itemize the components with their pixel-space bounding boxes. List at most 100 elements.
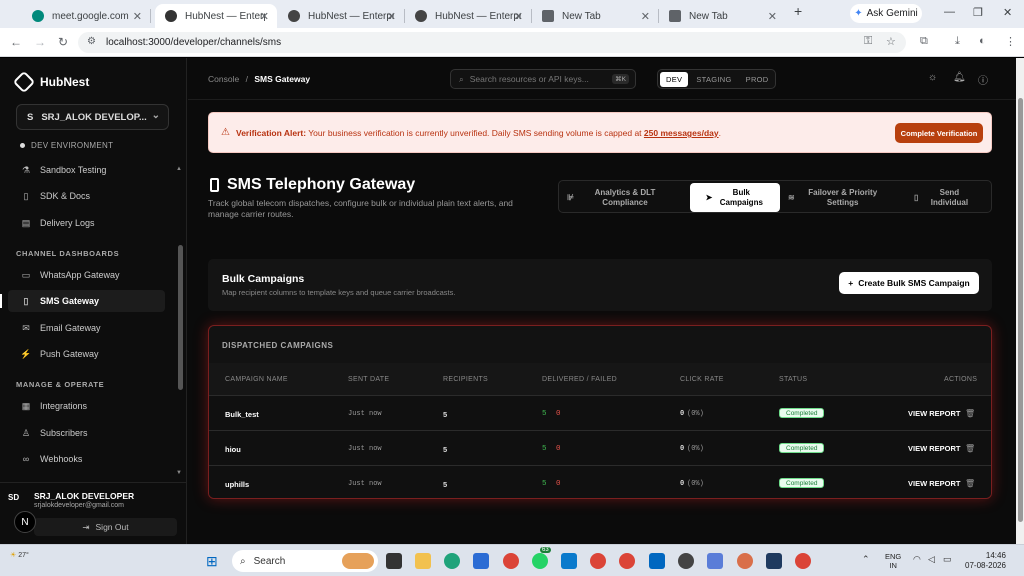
- sidebar-item-webhooks[interactable]: ∞ Webhooks: [8, 448, 165, 470]
- close-icon[interactable]: ✕: [768, 10, 777, 23]
- sidebar-item-delivery-logs[interactable]: ▤ Delivery Logs: [8, 212, 165, 234]
- close-icon[interactable]: ✕: [260, 10, 269, 23]
- file-explorer-icon[interactable]: [415, 553, 431, 569]
- language-indicator[interactable]: ENG IN: [885, 552, 901, 570]
- view-report-link[interactable]: VIEW REPORT: [908, 409, 961, 418]
- search-input[interactable]: ⌕ Search resources or API keys... ⌘K: [450, 69, 636, 89]
- tab-analytics-dlt[interactable]: ⊯ Analytics & DLT Compliance: [567, 183, 687, 212]
- alert-cap-link[interactable]: 250 messages/day: [644, 128, 719, 138]
- browser-tab[interactable]: HubNest — Enterprise ✕: [405, 4, 532, 28]
- page-scrollbar[interactable]: [1016, 58, 1024, 544]
- help-icon[interactable]: ⓘ: [978, 72, 988, 87]
- hubnest-favicon-icon: [165, 10, 177, 22]
- view-report-link[interactable]: VIEW REPORT: [908, 479, 961, 488]
- page-title: SMS Telephony Gateway: [210, 176, 415, 194]
- new-tab-button[interactable]: +: [794, 3, 802, 19]
- sidebar-item-integrations[interactable]: ▦ Integrations: [8, 395, 165, 417]
- theme-sun-icon[interactable]: ☼: [928, 72, 937, 83]
- forward-arrow-icon[interactable]: →: [34, 35, 46, 49]
- close-icon[interactable]: ✕: [641, 10, 650, 23]
- chrome-icon[interactable]: [590, 553, 606, 569]
- openai-icon[interactable]: [678, 553, 694, 569]
- table-row[interactable]: Bulk_test Just now 5 5 0 0 (0%) Complete…: [209, 395, 991, 430]
- tab-send-individual[interactable]: ▯ Send Individual: [914, 183, 988, 212]
- clock[interactable]: 14:46 07-08-2026: [965, 551, 1006, 571]
- complete-verification-button[interactable]: Complete Verification: [895, 123, 983, 143]
- url-field[interactable]: ⚙ localhost:3000/developer/channels/sms …: [78, 32, 906, 53]
- trash-icon[interactable]: 🗑︎: [965, 444, 975, 453]
- battery-icon[interactable]: ▭: [943, 554, 952, 565]
- sign-out-button[interactable]: ⇥ Sign Out: [34, 518, 177, 536]
- profile-icon[interactable]: ◐: [979, 35, 986, 47]
- sidebar-scroll-thumb[interactable]: [178, 245, 183, 390]
- menu-dots-icon[interactable]: ⋮: [1005, 35, 1016, 48]
- trash-icon[interactable]: 🗑︎: [965, 409, 975, 418]
- table-row[interactable]: uphills Just now 5 5 0 0 (0%) Completed …: [209, 465, 991, 498]
- wifi-icon[interactable]: ◠: [913, 554, 921, 565]
- sidebar-item-email-gateway[interactable]: ✉ Email Gateway: [8, 317, 165, 339]
- app-icon[interactable]: [649, 553, 665, 569]
- sidebar-item-sms-gateway[interactable]: ▯ SMS Gateway: [0, 290, 165, 312]
- sidebar-item-subscribers[interactable]: ♙ Subscribers: [8, 422, 165, 444]
- env-dev-button[interactable]: DEV: [660, 71, 689, 87]
- extensions-icon[interactable]: ⧉: [920, 35, 928, 48]
- ask-gemini-button[interactable]: ✦ Ask Gemini: [850, 4, 922, 23]
- window-close-icon[interactable]: ✕: [1003, 6, 1012, 19]
- restore-icon[interactable]: ❐: [973, 6, 983, 19]
- scroll-down-icon[interactable]: ▼: [176, 470, 182, 476]
- browser-tab[interactable]: New Tab ✕: [532, 4, 659, 28]
- page-scroll-thumb[interactable]: [1018, 98, 1023, 522]
- tab-bulk-campaigns[interactable]: ➤ Bulk Campaigns: [690, 183, 780, 212]
- trash-icon[interactable]: 🗑︎: [965, 479, 975, 488]
- breadcrumb-root[interactable]: Console: [208, 74, 239, 84]
- sidebar-item-push-gateway[interactable]: ⚡ Push Gateway: [8, 343, 165, 365]
- windows-start-icon[interactable]: ⊞: [206, 553, 218, 570]
- chevron-up-icon[interactable]: ⌃: [862, 554, 870, 565]
- download-icon[interactable]: ⤓: [955, 35, 960, 48]
- weather-widget[interactable]: ☀ 27°: [10, 551, 29, 559]
- reload-icon[interactable]: ↻: [58, 35, 68, 49]
- env-prod-button[interactable]: PROD: [740, 72, 775, 87]
- browser-tab-active[interactable]: HubNest — Enterprise ✕: [155, 4, 277, 28]
- env-staging-button[interactable]: STAGING: [690, 72, 737, 87]
- scroll-up-icon[interactable]: ▲: [176, 166, 182, 172]
- browser-tab[interactable]: meet.google.com ✕: [22, 4, 151, 28]
- whatsapp-icon[interactable]: 63: [532, 547, 551, 569]
- close-icon[interactable]: ✕: [133, 10, 142, 23]
- store-icon[interactable]: [473, 553, 489, 569]
- sent-date: Just now: [348, 410, 382, 418]
- back-arrow-icon[interactable]: ←: [10, 35, 22, 49]
- org-selector[interactable]: S SRJ_ALOK DEVELOP... ⌄: [16, 104, 169, 130]
- chat-icon: ▭: [21, 269, 31, 280]
- table-row[interactable]: hiou Just now 5 5 0 0 (0%) Completed VIE…: [209, 430, 991, 465]
- tab-failover-priority[interactable]: ≋ Failover & Priority Settings: [788, 183, 896, 212]
- bell-icon[interactable]: 🔔︎: [953, 72, 966, 83]
- minimize-icon[interactable]: —: [944, 6, 955, 18]
- browser-tab[interactable]: New Tab ✕: [659, 4, 785, 28]
- site-info-icon[interactable]: ⚙: [87, 36, 96, 47]
- browser-tab[interactable]: HubNest — Enterprise ✕: [278, 4, 405, 28]
- task-view-icon[interactable]: [386, 553, 402, 569]
- chrome-icon[interactable]: [503, 553, 519, 569]
- sidebar-item-sandbox-testing[interactable]: ⚗ Sandbox Testing: [8, 159, 165, 181]
- bookmark-star-icon[interactable]: ☆: [886, 35, 896, 48]
- edge-icon[interactable]: [444, 553, 460, 569]
- chrome-icon[interactable]: [619, 553, 635, 569]
- volume-icon[interactable]: ◁: [928, 554, 935, 565]
- claude-icon[interactable]: [737, 553, 753, 569]
- chrome-icon[interactable]: [795, 553, 811, 569]
- create-bulk-sms-campaign-button[interactable]: + Create Bulk SMS Campaign: [839, 272, 979, 294]
- close-icon[interactable]: ✕: [387, 10, 396, 23]
- close-icon[interactable]: ✕: [514, 10, 523, 23]
- avatar[interactable]: SD: [8, 493, 19, 502]
- sidebar-item-whatsapp-gateway[interactable]: ▭ WhatsApp Gateway: [8, 264, 165, 286]
- vscode-icon[interactable]: [561, 553, 577, 569]
- nextjs-dev-badge-icon[interactable]: N: [14, 511, 36, 533]
- editor-icon[interactable]: [766, 553, 782, 569]
- sidebar-item-sdk-docs[interactable]: ▯ SDK & Docs: [8, 185, 165, 207]
- brand[interactable]: HubNest: [12, 70, 89, 94]
- key-icon[interactable]: ⚿: [864, 35, 872, 48]
- font-app-icon[interactable]: [707, 553, 723, 569]
- view-report-link[interactable]: VIEW REPORT: [908, 444, 961, 453]
- taskbar-search[interactable]: ⌕ Search: [232, 550, 378, 572]
